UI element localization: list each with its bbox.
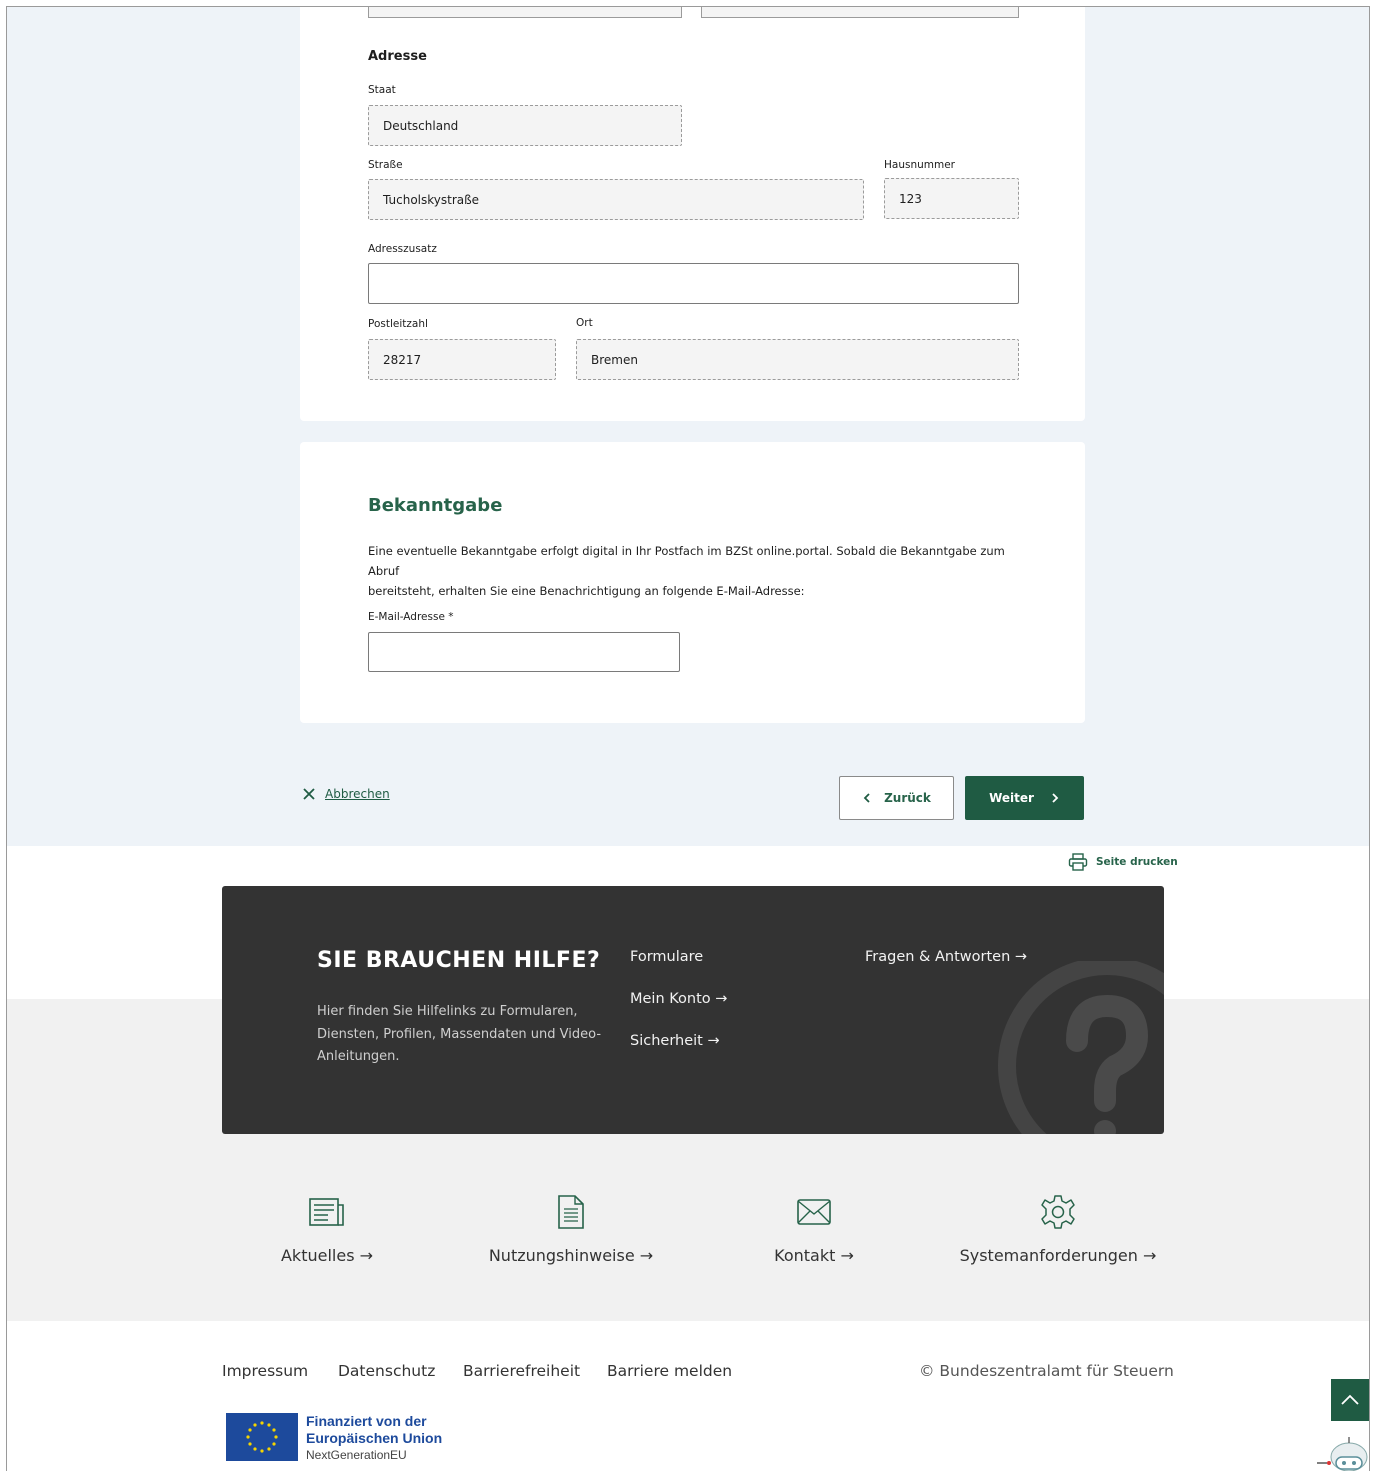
envelope-icon [797,1199,831,1225]
house-number-value: 123 [899,191,922,206]
cancel-link[interactable]: Abbrechen [303,787,390,801]
back-label: Zurück [884,791,931,805]
service-news-label: Aktuelles → [280,1246,374,1265]
service-contact-label: Kontakt → [774,1246,854,1265]
help-link-forms[interactable]: Formulare [630,949,703,965]
chevron-right-icon [1052,793,1059,803]
city-label: Ort [576,317,593,329]
notification-heading: Bekanntgabe [368,495,503,516]
postcode-label: Postleitzahl [368,318,428,330]
country-value: Deutschland [383,118,459,133]
newspaper-icon [309,1198,344,1226]
eu-flag-icon [226,1413,298,1461]
street-value: Tucholskystraße [383,192,480,207]
postcode-field[interactable]: 28217 [368,339,556,380]
notification-text-line-1: Eine eventuelle Bekanntgabe erfolgt digi… [368,544,1005,578]
email-field[interactable] [368,632,680,672]
help-text: Hier finden Sie Hilfelinks zu Formularen… [317,1004,602,1064]
cancel-label: Abbrechen [325,787,390,801]
help-box: SIE BRAUCHEN HILFE? Hier finden Sie Hilf… [222,886,1164,1134]
house-number-label: Hausnummer [884,159,955,171]
eu-funding-logo: Finanziert von der Europäischen Union Ne… [226,1413,442,1464]
service-usage-notes[interactable]: Nutzungshinweise → [451,1192,691,1265]
eu-line-2: Europäischen Union [306,1430,443,1446]
footer-link-accessibility[interactable]: Barrierefreiheit [463,1362,580,1380]
address-card: Adresse Staat Deutschland Straße Tuchols… [300,7,1085,421]
question-mark-icon [998,961,1164,1134]
address-extra-field[interactable] [368,263,1019,304]
chevron-up-icon [1341,1394,1359,1405]
footer-link-privacy[interactable]: Datenschutz [338,1362,435,1380]
notification-text: Eine eventuelle Bekanntgabe erfolgt digi… [368,541,1028,601]
service-contact[interactable]: Kontakt → [694,1192,934,1265]
help-link-security[interactable]: Sicherheit → [630,1033,720,1049]
eu-line-1: Finanziert von der [306,1413,427,1429]
document-icon [558,1195,584,1229]
chatbot-icon[interactable] [1303,1427,1369,1471]
street-field[interactable]: Tucholskystraße [368,179,864,220]
scroll-to-top-button[interactable] [1331,1379,1369,1421]
country-field[interactable]: Deutschland [368,105,682,146]
help-title: SIE BRAUCHEN HILFE? [317,948,601,973]
previous-field-right[interactable] [701,7,1019,18]
eu-line-3: NextGenerationEU [306,1448,407,1462]
city-value: Bremen [591,352,638,367]
chevron-left-icon [863,793,870,803]
email-label: E-Mail-Adresse * [368,611,454,623]
street-label: Straße [368,159,403,171]
close-icon [303,788,315,800]
next-label: Weiter [989,791,1034,805]
footer-link-report-barrier[interactable]: Barriere melden [607,1362,732,1380]
print-link[interactable]: Seite drucken [1068,853,1178,871]
service-system-requirements[interactable]: Systemanforderungen → [938,1192,1178,1265]
footer-link-imprint[interactable]: Impressum [222,1362,308,1380]
browser-viewport: Adresse Staat Deutschland Straße Tuchols… [6,6,1370,1471]
print-label: Seite drucken [1096,856,1178,868]
address-heading: Adresse [368,49,427,64]
help-link-account[interactable]: Mein Konto → [630,991,727,1007]
back-button[interactable]: Zurück [839,776,954,820]
notification-card: Bekanntgabe Eine eventuelle Bekanntgabe … [300,442,1085,723]
service-system-requirements-label: Systemanforderungen → [959,1246,1157,1265]
service-usage-notes-label: Nutzungshinweise → [488,1246,654,1265]
country-label: Staat [368,84,396,96]
house-number-field[interactable]: 123 [884,178,1019,219]
service-news[interactable]: Aktuelles → [207,1192,447,1265]
next-button[interactable]: Weiter [965,776,1084,820]
notification-text-line-2: bereitsteht, erhalten Sie eine Benachric… [368,584,805,598]
printer-icon [1068,853,1088,871]
help-link-faq[interactable]: Fragen & Antworten → [865,949,1027,965]
gear-icon [1041,1195,1075,1229]
copyright: © Bundeszentralamt für Steuern [919,1362,1174,1380]
postcode-value: 28217 [383,352,422,367]
city-field[interactable]: Bremen [576,339,1019,380]
previous-field-left[interactable] [368,7,682,18]
address-extra-label: Adresszusatz [368,243,437,255]
